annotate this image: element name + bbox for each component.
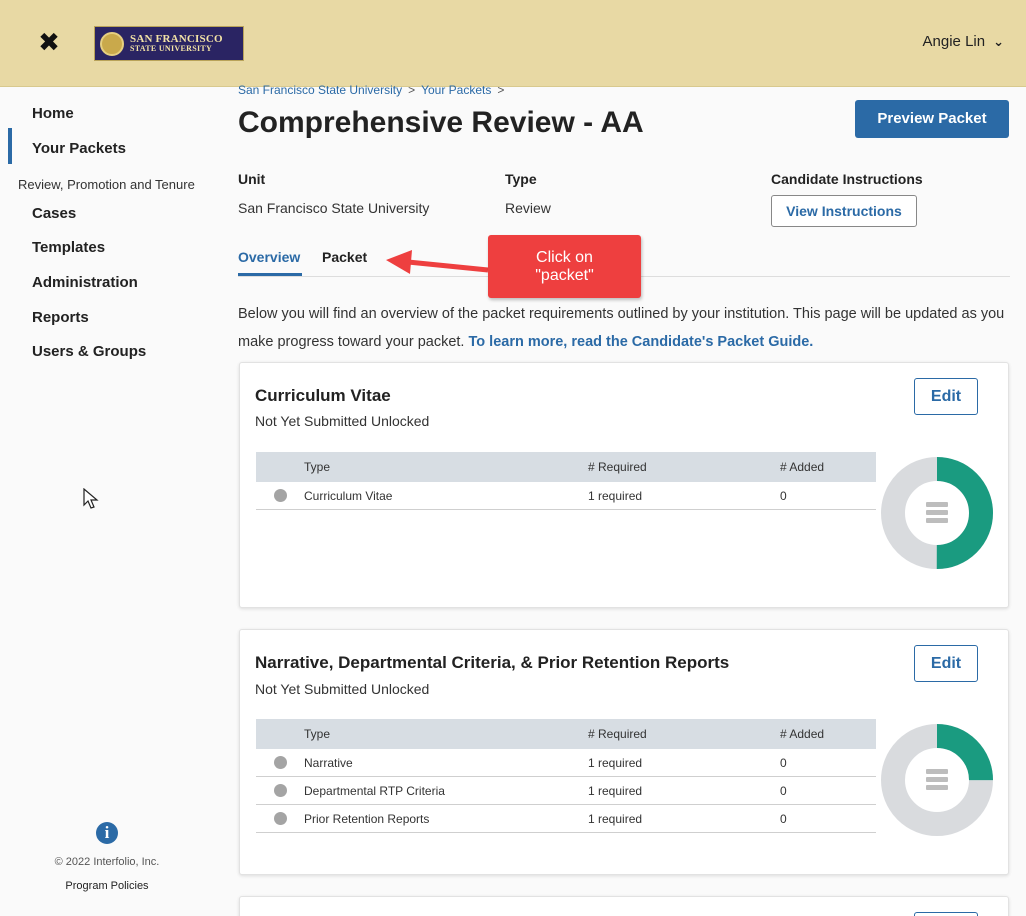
table-header: Type # Required # Added bbox=[256, 452, 876, 482]
breadcrumb-separator: > bbox=[408, 83, 416, 97]
unit-value: San Francisco State University bbox=[238, 200, 430, 216]
row-type: Departmental RTP Criteria bbox=[304, 783, 445, 798]
mouse-cursor-icon bbox=[83, 487, 99, 516]
sidebar-item-your-packets[interactable]: Your Packets bbox=[32, 140, 126, 157]
copyright-text: © 2022 Interfolio, Inc. bbox=[54, 856, 160, 868]
view-instructions-button[interactable]: View Instructions bbox=[771, 195, 917, 227]
tab-overview[interactable]: Overview bbox=[238, 249, 300, 265]
sidebar-item-home[interactable]: Home bbox=[32, 105, 74, 122]
row-type: Curriculum Vitae bbox=[304, 488, 393, 503]
col-required: # Required bbox=[588, 727, 647, 741]
requirements-table: Type # Required # Added Narrative 1 requ… bbox=[256, 719, 876, 833]
logo-line1: SAN FRANCISCO bbox=[130, 32, 223, 45]
edit-button[interactable]: Edit bbox=[914, 645, 978, 682]
sidebar-item-users-groups[interactable]: Users & Groups bbox=[32, 343, 146, 360]
progress-donut bbox=[881, 724, 993, 836]
col-required: # Required bbox=[588, 460, 647, 474]
table-row[interactable]: Narrative 1 required 0 bbox=[256, 749, 876, 777]
packet-section-card bbox=[239, 896, 1009, 916]
status-dot-icon bbox=[273, 784, 287, 797]
seal-icon bbox=[100, 31, 124, 56]
sidebar-group-label: Review, Promotion and Tenure bbox=[18, 177, 195, 192]
packet-section-card: Curriculum Vitae Not Yet Submitted Unloc… bbox=[239, 362, 1009, 608]
university-logo[interactable]: SAN FRANCISCO STATE UNIVERSITY bbox=[94, 26, 244, 61]
type-label: Type bbox=[505, 171, 537, 187]
chevron-down-icon: ⌄ bbox=[993, 33, 1004, 49]
info-icon[interactable]: i bbox=[96, 822, 118, 844]
active-indicator bbox=[8, 128, 12, 164]
status-dot-icon bbox=[273, 756, 287, 769]
close-icon[interactable]: ✖ bbox=[36, 28, 62, 56]
top-header: ✖ SAN FRANCISCO STATE UNIVERSITY Angie L… bbox=[0, 0, 1026, 87]
row-required: 1 required bbox=[588, 755, 643, 770]
sidebar: Home Your Packets Review, Promotion and … bbox=[0, 88, 222, 916]
row-added: 0 bbox=[780, 488, 787, 503]
list-icon bbox=[926, 502, 948, 523]
status-dot-icon bbox=[273, 812, 287, 825]
col-type: Type bbox=[304, 727, 331, 741]
sidebar-item-cases[interactable]: Cases bbox=[32, 205, 76, 222]
table-header: Type # Required # Added bbox=[256, 719, 876, 749]
row-type: Narrative bbox=[304, 755, 353, 770]
row-required: 1 required bbox=[588, 783, 643, 798]
col-type: Type bbox=[304, 460, 331, 474]
table-row[interactable]: Departmental RTP Criteria 1 required 0 bbox=[256, 777, 876, 805]
breadcrumb: San Francisco State University > Your Pack… bbox=[238, 83, 510, 97]
logo-line2: STATE UNIVERSITY bbox=[130, 43, 213, 53]
edit-button[interactable] bbox=[914, 912, 978, 916]
user-name: Angie Lin bbox=[922, 33, 986, 50]
table-row[interactable]: Prior Retention Reports 1 required 0 bbox=[256, 805, 876, 833]
tab-packet[interactable]: Packet bbox=[322, 249, 367, 265]
table-row[interactable]: Curriculum Vitae 1 required 0 bbox=[256, 482, 876, 510]
callout-line2: "packet" bbox=[535, 267, 594, 284]
col-added: # Added bbox=[780, 460, 825, 474]
breadcrumb-separator: > bbox=[497, 83, 505, 97]
row-required: 1 required bbox=[588, 811, 643, 826]
sidebar-item-reports[interactable]: Reports bbox=[32, 309, 89, 326]
breadcrumb-university[interactable]: San Francisco State University bbox=[238, 83, 402, 97]
packet-section-card: Narrative, Departmental Criteria, & Prio… bbox=[239, 629, 1009, 875]
breadcrumb-your-packets[interactable]: Your Packets bbox=[421, 83, 491, 97]
user-menu[interactable]: Angie Lin ⌄ bbox=[923, 33, 1004, 50]
card-status: Not Yet Submitted Unlocked bbox=[255, 413, 430, 429]
logo-text: SAN FRANCISCO STATE UNIVERSITY bbox=[130, 32, 223, 54]
candidate-instructions-label: Candidate Instructions bbox=[771, 171, 923, 187]
annotation-arrow bbox=[386, 250, 489, 274]
row-added: 0 bbox=[780, 755, 787, 770]
program-policies-link[interactable]: Program Policies bbox=[42, 880, 172, 892]
edit-button[interactable]: Edit bbox=[914, 378, 978, 415]
row-type: Prior Retention Reports bbox=[304, 811, 430, 826]
unit-label: Unit bbox=[238, 171, 266, 187]
tab-overview-underline bbox=[238, 273, 302, 276]
status-dot-icon bbox=[273, 489, 287, 502]
progress-donut bbox=[881, 457, 993, 569]
sidebar-item-templates[interactable]: Templates bbox=[32, 239, 105, 256]
callout-line1: Click on bbox=[536, 249, 593, 266]
row-added: 0 bbox=[780, 811, 787, 826]
card-status: Not Yet Submitted Unlocked bbox=[255, 681, 430, 697]
annotation-callout: Click on "packet" bbox=[488, 235, 641, 298]
card-title: Curriculum Vitae bbox=[255, 386, 391, 405]
packet-guide-link[interactable]: To learn more, read the Candidate's Pack… bbox=[469, 334, 814, 350]
card-title: Narrative, Departmental Criteria, & Prio… bbox=[255, 653, 730, 672]
row-added: 0 bbox=[780, 783, 787, 798]
intro-text: Below you will find an overview of the p… bbox=[238, 300, 1018, 356]
type-value: Review bbox=[505, 200, 551, 216]
sidebar-item-administration[interactable]: Administration bbox=[32, 274, 138, 291]
col-added: # Added bbox=[780, 727, 825, 741]
page-title: Comprehensive Review - AA bbox=[238, 106, 644, 139]
preview-packet-button[interactable]: Preview Packet bbox=[855, 100, 1009, 138]
requirements-table: Type # Required # Added Curriculum Vitae… bbox=[256, 452, 876, 510]
row-required: 1 required bbox=[588, 488, 643, 503]
list-icon bbox=[926, 769, 948, 790]
